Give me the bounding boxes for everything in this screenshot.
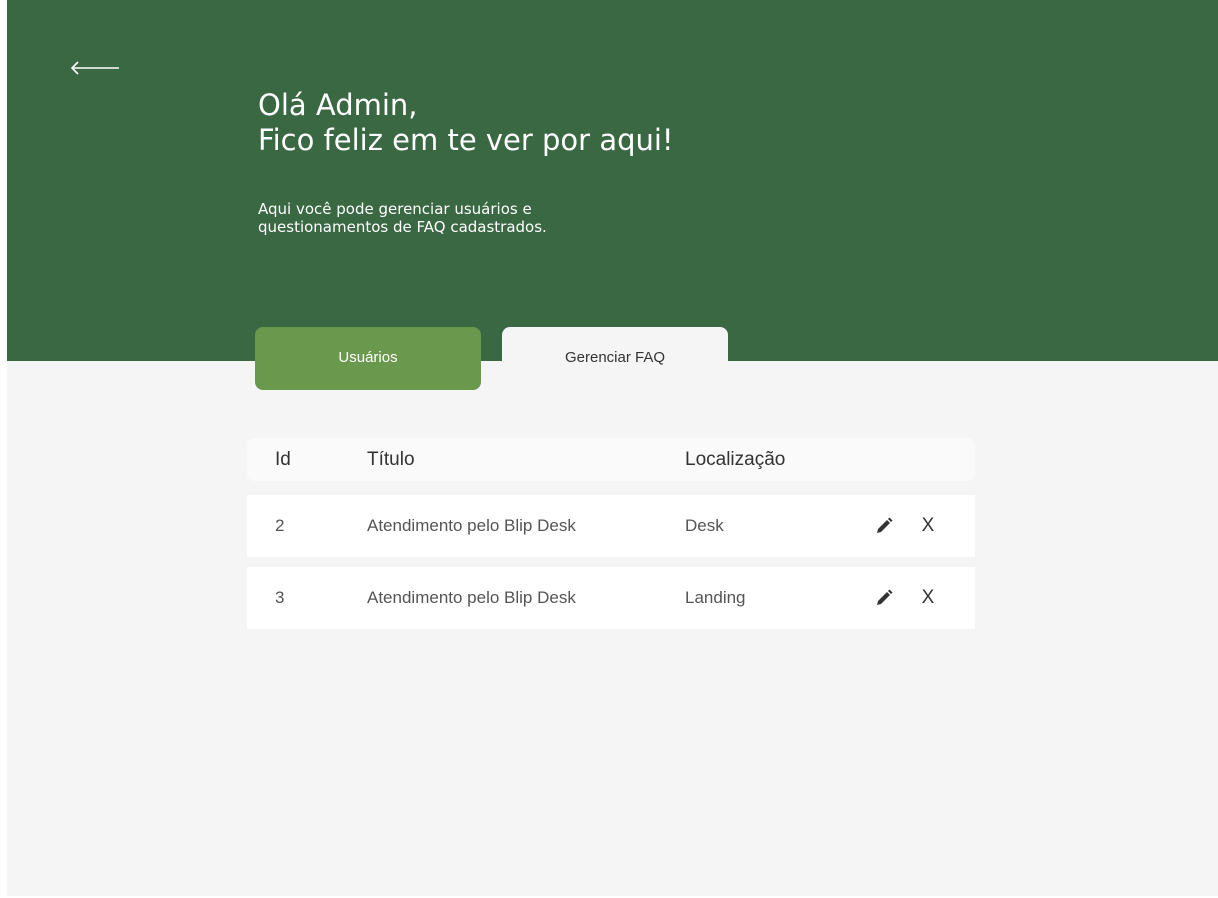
tab-usuarios-label: Usuários [338,349,398,366]
page-title: Olá Admin, Fico feliz em te ver por aqui… [258,88,674,158]
cell-id: 3 [275,588,285,607]
delete-button[interactable]: X [915,585,941,611]
close-icon: X [921,515,935,536]
cell-localizacao: Landing [685,588,746,607]
pencil-icon [877,589,893,605]
cell-id: 2 [275,516,285,535]
cell-titulo: Atendimento pelo Blip Desk [367,588,576,607]
page: Olá Admin, Fico feliz em te ver por aqui… [7,0,1218,896]
tab-gerenciar-faq-label: Gerenciar FAQ [564,349,666,366]
table-header: Id Título Localização [247,438,975,481]
page-description: Aqui você pode gerenciar usuários e ques… [258,200,547,236]
pencil-icon [877,517,893,533]
arrow-left-icon [70,61,119,75]
cell-titulo: Atendimento pelo Blip Desk [367,516,576,535]
tab-gerenciar-faq[interactable]: Gerenciar FAQ [502,327,728,377]
column-header-id: Id [275,448,291,470]
tab-usuarios[interactable]: Usuários [255,327,481,390]
row-actions: X [871,585,941,611]
back-button[interactable] [67,54,123,82]
cell-localizacao: Desk [685,516,724,535]
edit-button[interactable] [871,585,897,611]
greeting-line-2: Fico feliz em te ver por aqui! [258,123,674,157]
close-icon: X [921,587,935,608]
delete-button[interactable]: X [915,513,941,539]
column-header-localizacao: Localização [685,448,786,470]
column-header-titulo: Título [367,448,415,470]
faq-table: Id Título Localização 2 Atendimento pelo… [247,438,975,629]
table-row: 3 Atendimento pelo Blip Desk Landing X [247,567,975,629]
row-actions: X [871,513,941,539]
greeting-line-1: Olá Admin, [258,88,418,122]
table-row: 2 Atendimento pelo Blip Desk Desk X [247,495,975,557]
hero-banner: Olá Admin, Fico feliz em te ver por aqui… [7,0,1218,361]
edit-button[interactable] [871,513,897,539]
